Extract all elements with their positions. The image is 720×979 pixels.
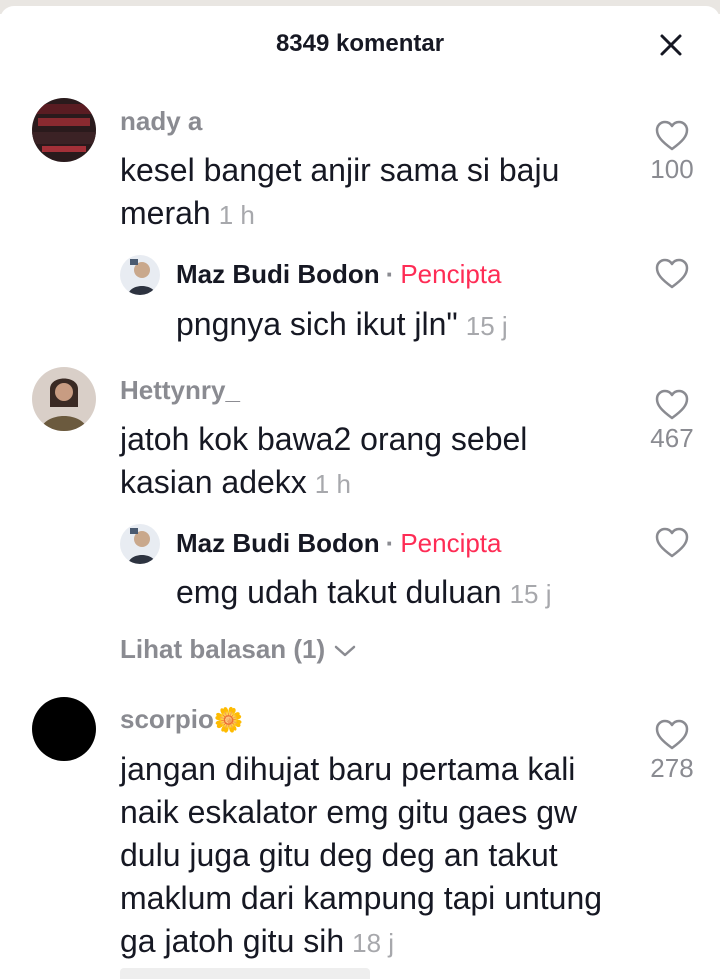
separator-dot: ·	[385, 528, 395, 558]
comment-username[interactable]: Hettynry_	[120, 375, 240, 406]
reply-header: Maz Budi Bodon · Pencipta	[176, 259, 502, 290]
comment-time: 1 h	[314, 469, 351, 499]
comment-text: kesel banget anjir sama si baju merah	[120, 152, 560, 231]
comment-username[interactable]: scorpio	[120, 704, 214, 734]
like-button[interactable]: 278	[636, 719, 708, 784]
heart-icon	[655, 527, 689, 558]
view-replies-button[interactable]: Lihat balasan (1)	[120, 634, 356, 665]
heart-icon	[655, 719, 689, 750]
separator-dot: ·	[385, 259, 395, 289]
reply-header: Maz Budi Bodon · Pencipta	[176, 528, 502, 559]
comment-text-block: jangan dihujat baru pertama kali naik es…	[120, 748, 625, 965]
reply-like-button[interactable]	[636, 527, 708, 559]
avatar[interactable]	[32, 697, 96, 761]
reply-time: 15 j	[465, 311, 508, 341]
like-button[interactable]: 467	[636, 389, 708, 454]
like-count: 467	[650, 423, 694, 453]
reply-text-block: emg udah takut duluan 15 j	[176, 571, 676, 616]
comments-count-title: 8349 komentar	[275, 30, 445, 57]
pinned-chip	[120, 968, 370, 979]
creator-badge: Pencipta	[400, 528, 502, 558]
like-button[interactable]: 100	[636, 120, 708, 185]
close-button[interactable]	[656, 30, 686, 60]
like-count: 278	[650, 753, 694, 783]
comments-header: 8349 komentar	[0, 6, 720, 82]
comment-username-row: scorpio🌼	[120, 704, 244, 735]
close-icon	[660, 34, 682, 56]
view-replies-label: Lihat balasan (1)	[120, 634, 326, 664]
like-count: 100	[650, 154, 694, 184]
creator-badge: Pencipta	[400, 259, 502, 289]
avatar[interactable]	[32, 367, 96, 431]
daisy-emoji: 🌼	[213, 707, 244, 734]
heart-icon	[655, 389, 689, 420]
reply-like-button[interactable]	[636, 258, 708, 290]
reply-text: emg udah takut duluan	[176, 574, 502, 610]
reply-text: pngnya sich ikut jln"	[176, 306, 458, 342]
comment-time: 18 j	[352, 928, 395, 958]
reply-avatar[interactable]	[120, 524, 160, 564]
comments-sheet: 8349 komentar nady a kesel banget anjir …	[0, 6, 720, 979]
comment-time: 1 h	[218, 200, 255, 230]
heart-icon	[655, 258, 689, 289]
reply-time: 15 j	[509, 579, 552, 609]
heart-icon	[655, 120, 689, 151]
comment-text-block: kesel banget anjir sama si baju merah 1 h	[120, 149, 620, 237]
comment-text-block: jatoh kok bawa2 orang sebel kasian adekx…	[120, 418, 620, 506]
reply-avatar[interactable]	[120, 255, 160, 295]
chevron-down-icon	[335, 645, 356, 657]
reply-username[interactable]: Maz Budi Bodon	[176, 528, 380, 558]
comment-username[interactable]: nady a	[120, 106, 202, 137]
reply-text-block: pngnya sich ikut jln" 15 j	[176, 303, 676, 348]
reply-username[interactable]: Maz Budi Bodon	[176, 259, 380, 289]
avatar[interactable]	[32, 98, 96, 162]
